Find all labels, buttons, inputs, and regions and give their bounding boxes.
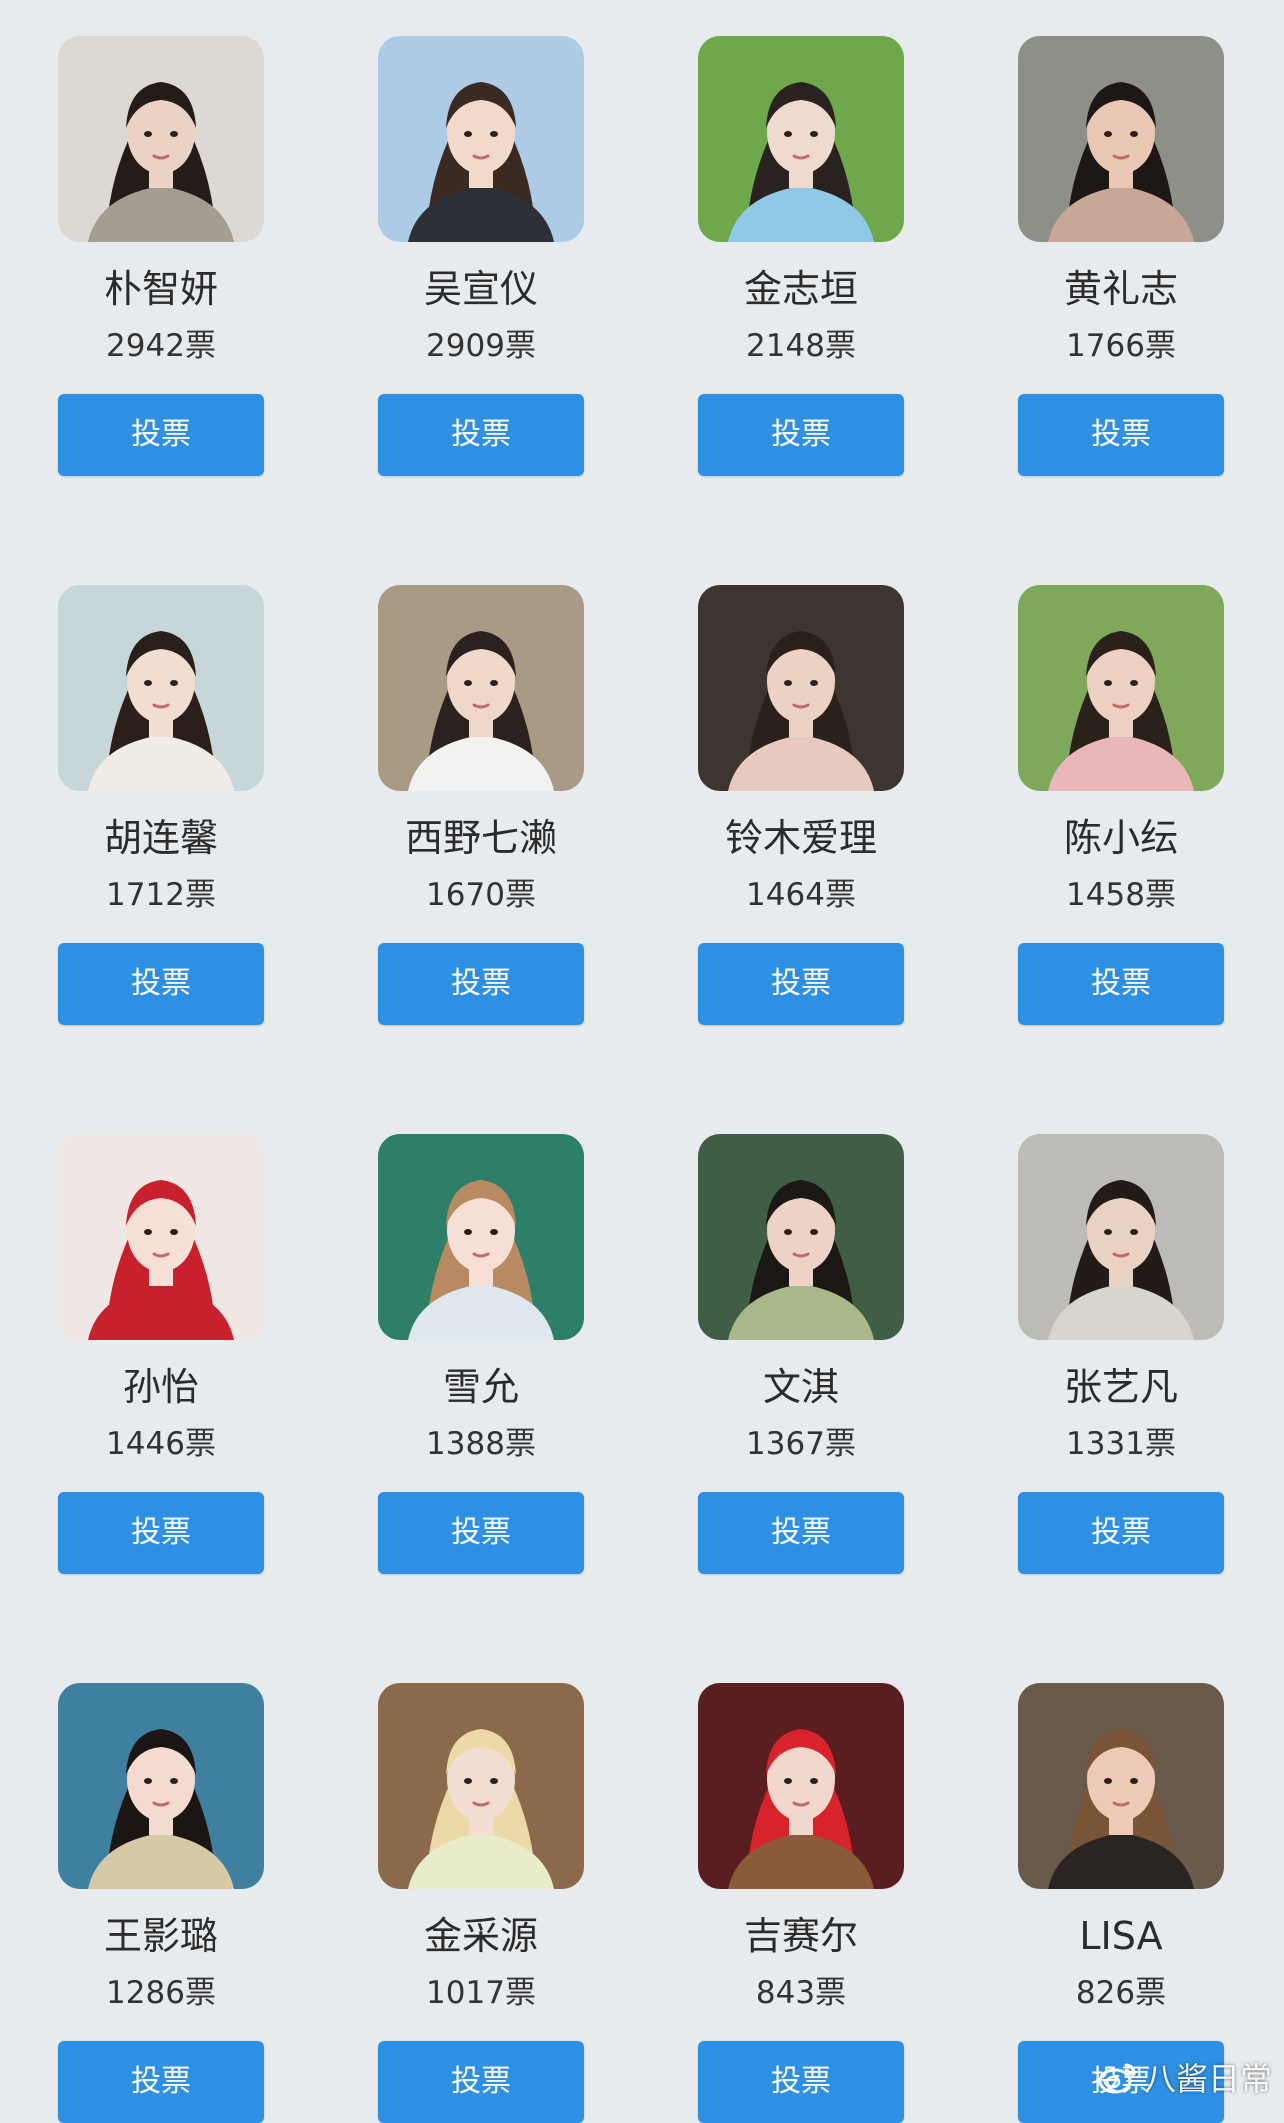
vote-count: 826票 — [1075, 1975, 1167, 2011]
candidate-name: 孙怡 — [122, 1365, 199, 1409]
vote-button[interactable]: 投票 — [698, 2041, 904, 2123]
candidate-card: 雪允 1388票投票 — [378, 1134, 584, 1574]
watermark-text: 八酱日常 — [1143, 2060, 1272, 2098]
candidate-card: 文淇 1367票投票 — [698, 1134, 904, 1574]
vote-count: 1286票 — [106, 1975, 216, 2011]
candidate-name: 王影璐 — [103, 1914, 218, 1958]
candidate-name: 吴宣仪 — [423, 267, 538, 311]
vote-count: 2148票 — [746, 328, 856, 364]
vote-button[interactable]: 投票 — [1018, 394, 1224, 476]
vote-button[interactable]: 投票 — [58, 394, 264, 476]
vote-count: 2909票 — [426, 328, 536, 364]
candidate-name: 陈小纭 — [1063, 816, 1178, 860]
vote-count: 1446票 — [106, 1426, 216, 1462]
vote-count: 1017票 — [426, 1975, 536, 2011]
candidate-card: 吴宣仪 2909票投票 — [378, 36, 584, 476]
vote-button[interactable]: 投票 — [378, 1492, 584, 1574]
vote-count: 1464票 — [746, 877, 856, 913]
candidate-photo — [58, 585, 264, 791]
weibo-logo-icon — [1098, 2063, 1136, 2094]
vote-button[interactable]: 投票 — [698, 394, 904, 476]
vote-count: 1367票 — [746, 1426, 856, 1462]
candidate-card: 朴智妍 2942票投票 — [58, 36, 264, 476]
vote-button[interactable]: 投票 — [58, 1492, 264, 1574]
vote-count: 2942票 — [106, 328, 216, 364]
candidate-name: 吉赛尔 — [743, 1914, 858, 1958]
candidate-photo — [1018, 36, 1224, 242]
candidate-card: 铃木爱理 1464票投票 — [698, 585, 904, 1025]
candidate-name: 胡连馨 — [103, 816, 218, 860]
candidate-photo — [378, 585, 584, 791]
candidate-photo — [698, 585, 904, 791]
candidate-card: 孙怡 1446票投票 — [58, 1134, 264, 1574]
vote-count: 1766票 — [1066, 328, 1176, 364]
vote-count: 1458票 — [1066, 877, 1176, 913]
candidate-card: 胡连馨 1712票投票 — [58, 585, 264, 1025]
vote-button[interactable]: 投票 — [1018, 943, 1224, 1025]
candidate-photo — [378, 36, 584, 242]
candidate-photo — [378, 1134, 584, 1340]
candidate-card: 西野七濑 1670票投票 — [378, 585, 584, 1025]
candidate-name: 西野七濑 — [404, 816, 557, 860]
vote-button[interactable]: 投票 — [378, 394, 584, 476]
vote-count: 843票 — [755, 1975, 847, 2011]
candidate-name: 黄礼志 — [1063, 267, 1178, 311]
candidate-name: 文淇 — [762, 1365, 839, 1409]
vote-count: 1331票 — [1066, 1426, 1176, 1462]
candidate-card: 张艺凡 1331票投票 — [1018, 1134, 1224, 1574]
candidate-photo — [698, 1134, 904, 1340]
candidate-name: 张艺凡 — [1063, 1365, 1178, 1409]
candidate-card: 陈小纭 1458票投票 — [1018, 585, 1224, 1025]
candidate-name: 朴智妍 — [103, 267, 218, 311]
candidate-card: 黄礼志 1766票投票 — [1018, 36, 1224, 476]
candidate-photo — [1018, 1134, 1224, 1340]
candidate-card: 金采源 1017票投票 — [378, 1683, 584, 2123]
vote-button[interactable]: 投票 — [58, 943, 264, 1025]
candidate-photo — [58, 1683, 264, 1889]
vote-button[interactable]: 投票 — [1018, 1492, 1224, 1574]
vote-count: 1712票 — [106, 877, 216, 913]
candidate-photo — [698, 36, 904, 242]
candidate-name: 雪允 — [442, 1365, 519, 1409]
candidate-photo — [1018, 585, 1224, 791]
vote-button[interactable]: 投票 — [698, 1492, 904, 1574]
vote-button[interactable]: 投票 — [58, 2041, 264, 2123]
vote-count: 1670票 — [426, 877, 536, 913]
candidate-name: 金采源 — [423, 1914, 538, 1958]
candidate-photo — [58, 36, 264, 242]
candidate-card: 吉赛尔 843票投票 — [698, 1683, 904, 2123]
candidate-photo — [58, 1134, 264, 1340]
vote-button[interactable]: 投票 — [698, 943, 904, 1025]
candidate-card: 金志垣 2148票投票 — [698, 36, 904, 476]
watermark: 八酱日常 — [1098, 2055, 1272, 2099]
candidate-card: 王影璐 1286票投票 — [58, 1683, 264, 2123]
vote-button[interactable]: 投票 — [378, 943, 584, 1025]
candidate-grid: 朴智妍 2942票投票 吴宣仪 2909票投票 金志垣 2148票投票 黄礼志 1766票投票… — [0, 0, 1284, 2123]
candidate-photo — [378, 1683, 584, 1889]
vote-count: 1388票 — [426, 1426, 536, 1462]
candidate-name: 铃木爱理 — [724, 816, 877, 860]
candidate-name: 金志垣 — [743, 267, 858, 311]
candidate-photo — [1018, 1683, 1224, 1889]
vote-button[interactable]: 投票 — [378, 2041, 584, 2123]
candidate-name: LISA — [1079, 1914, 1163, 1958]
candidate-photo — [698, 1683, 904, 1889]
